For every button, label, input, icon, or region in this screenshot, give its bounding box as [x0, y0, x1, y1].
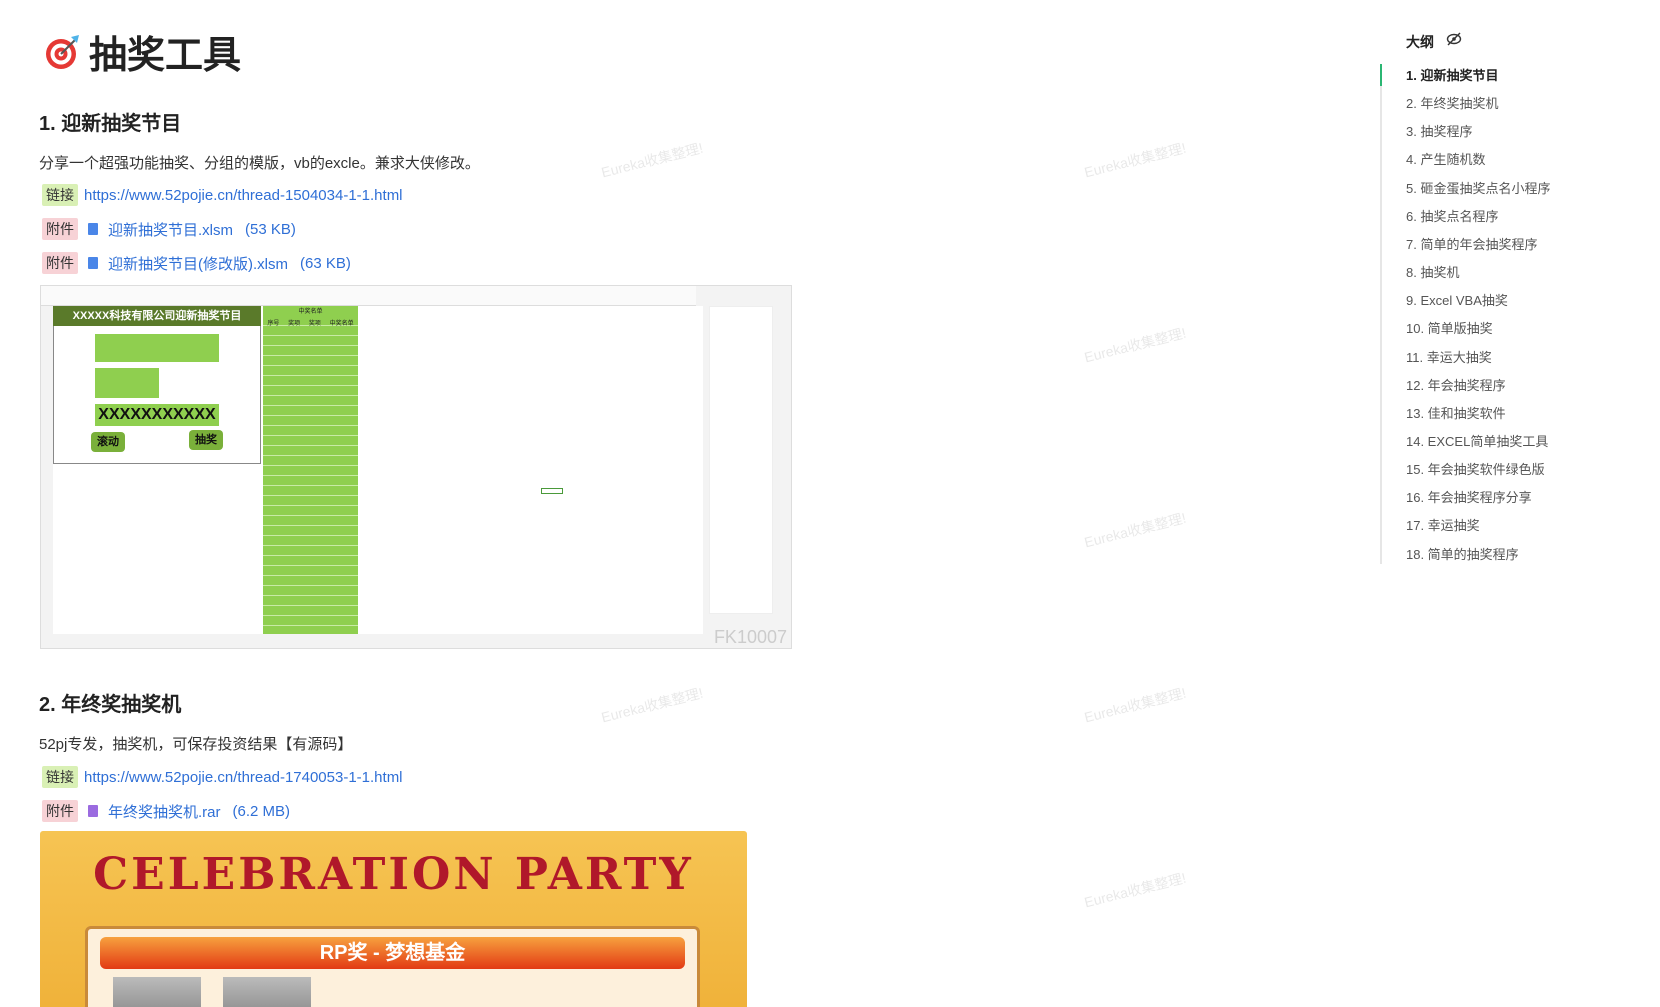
attachment-link[interactable]: 年终奖抽奖机.rar [108, 801, 221, 822]
watermark: Eureka收集整理! [1082, 684, 1188, 726]
col-header: 奖项 [288, 321, 301, 327]
prize-bar: RP奖 - 梦想基金 [100, 937, 685, 969]
watermark: Eureka收集整理! [599, 139, 705, 181]
winners-title: 中奖名单 [263, 306, 358, 318]
draw-button: 抽奖 [189, 430, 223, 450]
spreadsheet-screenshot: XXXXX科技有限公司迎新抽奖节目 XXXXXXXXXXX 滚动 抽奖 中奖名单… [40, 285, 792, 649]
outline-item[interactable]: 5. 砸金蛋抽奖点名小程序 [1406, 178, 1550, 197]
col-header: 中奖名单 [329, 321, 354, 327]
link-tag: 链接 [42, 184, 78, 206]
watermark: Eureka收集整理! [1082, 139, 1188, 181]
outline-item[interactable]: 3. 抽奖程序 [1406, 121, 1472, 140]
attachment-link[interactable]: 迎新抽奖节目(修改版).xlsm [108, 253, 288, 274]
file-size: (6.2 MB) [232, 802, 291, 820]
outline-item[interactable]: 16. 年会抽奖程序分享 [1406, 487, 1532, 506]
watermark: Eureka收集整理! [599, 684, 705, 726]
attachment-tag: 附件 [42, 800, 78, 822]
file-size: (63 KB) [300, 254, 351, 272]
archive-file-icon [88, 805, 98, 817]
file-icon [88, 257, 98, 269]
outline-track [1380, 64, 1382, 564]
outline-item[interactable]: 18. 简单的抽奖程序 [1406, 544, 1519, 563]
page-title-text: 抽奖工具 [89, 35, 242, 77]
link-tag: 链接 [42, 766, 78, 788]
winner-photo [223, 977, 311, 1007]
outline-item[interactable]: 2. 年终奖抽奖机 [1406, 93, 1498, 112]
outline-item[interactable]: 14. EXCEL简单抽奖工具 [1406, 431, 1548, 450]
watermark: Eureka收集整理! [1082, 869, 1188, 911]
file-size: (53 KB) [245, 220, 296, 238]
section-heading: 2. 年终奖抽奖机 [39, 694, 182, 716]
outline-item[interactable]: 13. 佳和抽奖软件 [1406, 403, 1506, 422]
section-heading: 1. 迎新抽奖节目 [39, 113, 182, 135]
sheet-banner: XXXXX科技有限公司迎新抽奖节目 [53, 306, 261, 326]
section-description: 52pj专发，抽奖机，可保存投资结果【有源码】 [39, 736, 353, 753]
link-row: 链接 https://www.52pojie.cn/thread-1504034… [42, 184, 403, 206]
winner-photo [113, 977, 201, 1007]
thread-link[interactable]: https://www.52pojie.cn/thread-1504034-1-… [84, 187, 403, 204]
attachment-row: 附件 迎新抽奖节目(修改版).xlsm (63 KB) [42, 252, 351, 274]
watermark: Eureka收集整理! [1082, 324, 1188, 366]
lottery-screenshot: CELEBRATION PARTY RP奖 - 梦想基金 [40, 831, 747, 1007]
attachment-tag: 附件 [42, 218, 78, 240]
link-row: 链接 https://www.52pojie.cn/thread-1740053… [42, 766, 403, 788]
outline-item[interactable]: 12. 年会抽奖程序 [1406, 375, 1506, 394]
outline-item[interactable]: 11. 幸运大抽奖 [1406, 347, 1492, 366]
sheet-display: XXXXXXXXXXX [95, 404, 219, 426]
outline-item[interactable]: 15. 年会抽奖软件绿色版 [1406, 459, 1545, 478]
section-description: 分享一个超强功能抽奖、分组的模版，vb的excle。兼求大侠修改。 [39, 155, 480, 172]
outline-item[interactable]: 9. Excel VBA抽奖 [1406, 290, 1508, 309]
outline-item[interactable]: 17. 幸运抽奖 [1406, 515, 1480, 534]
outline-item[interactable]: 1. 迎新抽奖节目 [1406, 65, 1498, 84]
scroll-button: 滚动 [91, 432, 125, 452]
outline-title: 大纲 [1406, 34, 1434, 50]
attachment-link[interactable]: 迎新抽奖节目.xlsm [108, 219, 233, 240]
thread-link[interactable]: https://www.52pojie.cn/thread-1740053-1-… [84, 769, 403, 786]
attachment-row: 附件 迎新抽奖节目.xlsm (53 KB) [42, 218, 296, 240]
celebration-title: CELEBRATION PARTY [93, 849, 694, 900]
page-title: 抽奖工具 [43, 24, 241, 79]
eye-off-icon[interactable] [1446, 32, 1462, 46]
image-code: FK10007 [713, 627, 787, 647]
attachment-tag: 附件 [42, 252, 78, 274]
outline-item[interactable]: 7. 简单的年会抽奖程序 [1406, 234, 1537, 253]
outline-item[interactable]: 8. 抽奖机 [1406, 262, 1459, 281]
outline-item[interactable]: 6. 抽奖点名程序 [1406, 206, 1498, 225]
file-icon [88, 223, 98, 235]
outline-item[interactable]: 10. 简单版抽奖 [1406, 318, 1493, 337]
attachment-row: 附件 年终奖抽奖机.rar (6.2 MB) [42, 800, 290, 822]
outline-item[interactable]: 4. 产生随机数 [1406, 149, 1485, 168]
col-header: 序号 [267, 321, 280, 327]
watermark: Eureka收集整理! [1082, 509, 1188, 551]
col-header: 奖项 [308, 321, 321, 327]
target-icon [46, 34, 79, 69]
